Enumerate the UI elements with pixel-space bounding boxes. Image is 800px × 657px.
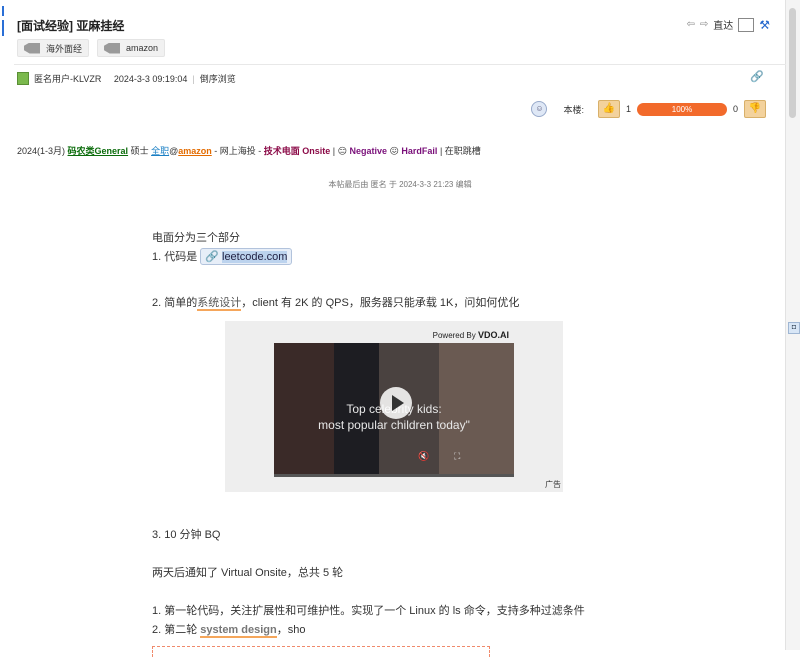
floor-jump-input[interactable] bbox=[738, 17, 755, 32]
body-paragraph: 2. 第二轮 system design，sho bbox=[152, 621, 306, 638]
tag-label: 海外面经 bbox=[46, 43, 83, 54]
ad-label: 广告 bbox=[545, 480, 561, 489]
tag-icon bbox=[104, 42, 121, 54]
divider bbox=[14, 64, 786, 65]
thumbs-up-icon[interactable]: 👍 bbox=[597, 100, 620, 118]
body-paragraph: 2. 简单的系统设计，client 有 2K 的 QPS，服务器只能承载 1K，… bbox=[152, 294, 520, 311]
body-text: ，client 有 2K 的 QPS，服务器只能承载 1K，问如何优化 bbox=[241, 297, 520, 309]
body-paragraph: 3. 10 分钟 BQ bbox=[152, 529, 221, 541]
video-progress[interactable] bbox=[274, 474, 514, 477]
tagline-result: HardFail bbox=[401, 146, 438, 156]
floor-label: 本楼: bbox=[563, 104, 584, 115]
vote-ratio-bar: 100% bbox=[636, 102, 727, 116]
thread-tags: 海外面经 amazon bbox=[17, 39, 166, 57]
body-paragraph: 两天后通知了 Virtual Onsite，总共 5 轮 bbox=[152, 567, 344, 579]
body-paragraph: 1. 代码是 🔗 leetcode.com bbox=[152, 248, 293, 265]
separator: | bbox=[192, 73, 195, 84]
thread-view: [面试经验] 亚麻挂经 海外面经 amazon ⇦ ⇨ 直达 ⚒ 匿名用户-KL… bbox=[14, 0, 786, 657]
keyword-highlight[interactable]: system design bbox=[200, 624, 277, 638]
direct-jump-label: 直达 bbox=[713, 21, 734, 32]
body-paragraph: 1. 第一轮代码，关注扩展性和可维护性。实现了一个 Linux 的 ls 命令，… bbox=[152, 605, 585, 617]
left-accent bbox=[2, 6, 4, 16]
user-avatar-icon bbox=[17, 72, 29, 85]
permalink-icon[interactable]: 🔗 bbox=[750, 70, 764, 83]
tagline-company-link[interactable]: amazon bbox=[178, 146, 212, 156]
left-accent bbox=[2, 20, 4, 36]
powered-prefix: Powered By bbox=[432, 331, 478, 340]
tag-icon bbox=[24, 42, 40, 54]
body-text: 2. 简单的 bbox=[152, 297, 198, 309]
thumbs-down-icon[interactable]: 👎 bbox=[744, 100, 766, 118]
vdo-brand: VDO.AI bbox=[477, 330, 509, 340]
edit-note: 本帖最后由 匿名 于 2024-3-3 21:23 编辑 bbox=[328, 180, 472, 189]
body-text: ，sho bbox=[276, 624, 306, 636]
link-text: leetcode.com bbox=[222, 250, 288, 263]
caption-line: most popular children today" bbox=[318, 418, 470, 432]
tagline-at: @ bbox=[169, 146, 179, 156]
video-player[interactable]: Top celebrity kids: most popular childre… bbox=[274, 343, 514, 477]
play-icon[interactable] bbox=[380, 387, 412, 419]
tagline-status: | 在职跳槽 bbox=[437, 146, 481, 156]
post-meta: 匿名用户-KLVZR 2024-3-3 09:19:04 | 倒序浏览 bbox=[17, 72, 236, 85]
tagline-category-link[interactable]: 码农类General bbox=[68, 146, 129, 156]
tagline-date: 2024(1-3月) bbox=[17, 146, 68, 156]
fullscreen-icon[interactable]: ⛶ bbox=[454, 451, 460, 462]
left-edge bbox=[0, 0, 6, 650]
tag-label: amazon bbox=[126, 43, 159, 53]
reaction-icon[interactable]: ☺ bbox=[531, 101, 548, 117]
post-timestamp: 2024-3-3 09:19:04 bbox=[113, 73, 188, 84]
keyword-highlight[interactable]: 系统设计 bbox=[197, 297, 242, 311]
tagline-fulltime-link[interactable]: 全职 bbox=[151, 146, 169, 156]
thread-nav: ⇦ ⇨ 直达 ⚒ bbox=[686, 17, 770, 32]
body-text: 1. 代码是 bbox=[152, 251, 201, 263]
vote-bar: ☺ 本楼: 👍 1 100% 0 👎 bbox=[531, 100, 766, 118]
upvote-count: 1 bbox=[625, 104, 631, 114]
body-text: 2. 第二轮 bbox=[152, 624, 201, 636]
scrollbar-thumb[interactable] bbox=[789, 8, 796, 118]
tag-amazon[interactable]: amazon bbox=[97, 39, 166, 57]
next-thread-icon[interactable]: ⇨ bbox=[700, 19, 708, 30]
leetcode-link[interactable]: 🔗 leetcode.com bbox=[200, 248, 293, 265]
side-widget-icon[interactable]: ◘ bbox=[788, 322, 800, 334]
thread-title: [面试经验] 亚麻挂经 bbox=[17, 19, 125, 33]
hidden-content-box bbox=[152, 646, 490, 657]
post-tagline: 2024(1-3月) 码农类General 硕士 全职@amazon - 网上海… bbox=[17, 144, 481, 157]
tagline-degree: 硕士 bbox=[128, 146, 152, 156]
tagline-source: - 网上海投 - bbox=[211, 146, 264, 156]
powered-by: Powered By VDO.AI bbox=[433, 330, 509, 340]
tagline-emoji: 😖 bbox=[387, 146, 402, 156]
wrench-icon[interactable]: ⚒ bbox=[759, 18, 770, 32]
author-name[interactable]: 匿名用户-KLVZR bbox=[34, 72, 101, 85]
link-icon: 🔗 bbox=[205, 251, 219, 263]
reverse-view-link[interactable]: 倒序浏览 bbox=[200, 72, 236, 85]
tagline-round: 技术电面 Onsite bbox=[263, 146, 331, 156]
body-paragraph: 电面分为三个部分 bbox=[152, 232, 240, 244]
tagline-sep: | 😑 bbox=[330, 146, 350, 156]
tag-overseas[interactable]: 海外面经 bbox=[17, 39, 90, 57]
tagline-experience: Negative bbox=[349, 146, 388, 156]
mute-icon[interactable]: 🔇 bbox=[418, 451, 429, 462]
downvote-count: 0 bbox=[732, 104, 738, 114]
video-ad[interactable]: Powered By VDO.AI Top celebrity kids: mo… bbox=[225, 321, 563, 492]
prev-thread-icon[interactable]: ⇦ bbox=[686, 19, 694, 30]
scrollbar[interactable]: ◘ bbox=[785, 0, 800, 650]
